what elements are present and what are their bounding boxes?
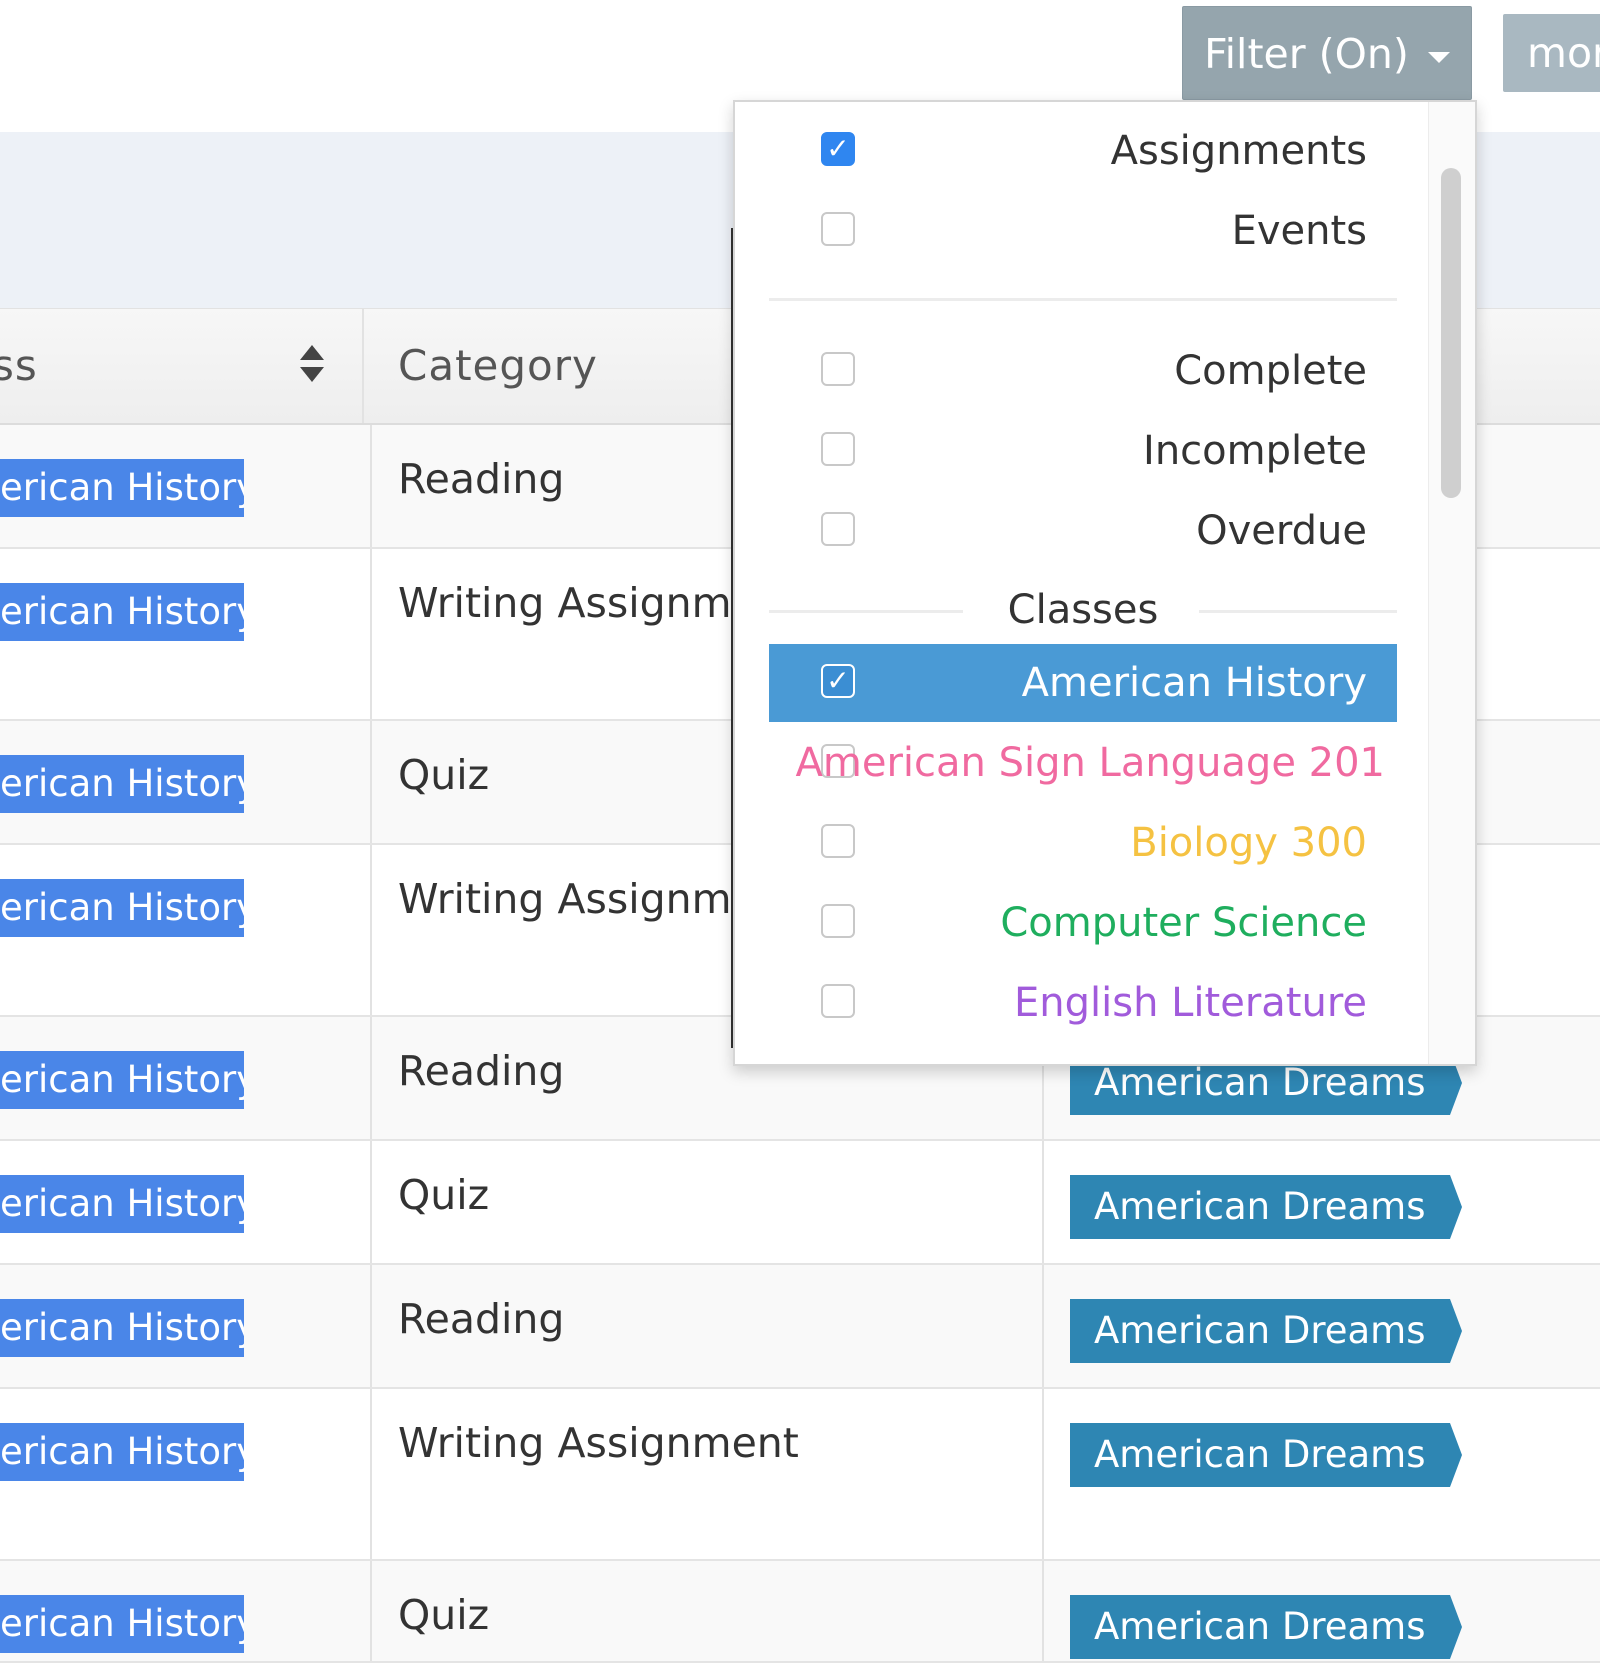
column-divider bbox=[370, 549, 372, 719]
table-row[interactable]: erican History Writing Assignment American… bbox=[0, 1389, 1600, 1561]
unit-tag[interactable]: American Dreams bbox=[1070, 1175, 1462, 1239]
filter-option-label: American Sign Language 201 bbox=[795, 740, 1386, 786]
checkbox[interactable] bbox=[821, 432, 855, 466]
column-divider bbox=[370, 1389, 372, 1559]
column-divider bbox=[370, 721, 372, 843]
column-divider bbox=[1042, 1561, 1044, 1661]
column-divider bbox=[1042, 1389, 1044, 1559]
filter-option-label: American History bbox=[1021, 660, 1367, 706]
class-tag[interactable]: erican History bbox=[0, 1595, 244, 1653]
more-button[interactable]: mor bbox=[1503, 14, 1600, 92]
category-cell: Quiz bbox=[398, 1591, 490, 1639]
class-tag[interactable]: erican History bbox=[0, 1051, 244, 1109]
filter-option[interactable]: Complete bbox=[769, 332, 1397, 410]
class-tag[interactable]: erican History bbox=[0, 1299, 244, 1357]
column-divider bbox=[370, 1561, 372, 1661]
class-tag[interactable]: erican History bbox=[0, 583, 244, 641]
class-tag[interactable]: erican History bbox=[0, 755, 244, 813]
category-cell: Writing Assignment bbox=[398, 1419, 799, 1467]
category-cell: Quiz bbox=[398, 751, 490, 799]
table-row[interactable]: erican History Quiz American Dreams bbox=[0, 1561, 1600, 1663]
filter-dropdown-menu: ✓ Assignments Events Complete Incomplete Over… bbox=[733, 100, 1477, 1066]
classes-heading-label: Classes bbox=[1007, 587, 1159, 633]
checkbox[interactable] bbox=[821, 352, 855, 386]
category-cell: Reading bbox=[398, 455, 565, 503]
filter-option[interactable]: American Sign Language 201 bbox=[769, 724, 1397, 802]
filter-option-label: English Literature bbox=[1013, 980, 1367, 1026]
unit-tag[interactable]: American Dreams bbox=[1070, 1423, 1462, 1487]
more-button-label: mor bbox=[1527, 29, 1600, 77]
category-cell: Quiz bbox=[398, 1171, 490, 1219]
column-divider bbox=[1042, 1141, 1044, 1263]
class-tag[interactable]: erican History bbox=[0, 1175, 244, 1233]
column-divider bbox=[370, 1017, 372, 1139]
column-divider bbox=[1042, 1265, 1044, 1387]
checkbox-checked[interactable]: ✓ bbox=[821, 132, 855, 166]
checkbox[interactable] bbox=[821, 512, 855, 546]
menu-divider bbox=[769, 298, 1397, 301]
check-icon: ✓ bbox=[826, 132, 850, 165]
filter-option[interactable]: Overdue bbox=[769, 492, 1397, 570]
filter-option-label: Incomplete bbox=[1143, 428, 1367, 474]
filter-button[interactable]: Filter (On) bbox=[1182, 6, 1472, 100]
category-cell: Reading bbox=[398, 1295, 565, 1343]
column-divider bbox=[370, 425, 372, 547]
filter-option[interactable]: Incomplete bbox=[769, 412, 1397, 490]
column-divider bbox=[370, 1265, 372, 1387]
dropdown-scrollbar[interactable] bbox=[1428, 102, 1475, 1064]
caret-down-icon bbox=[1427, 51, 1450, 63]
filter-option-label: Assignments bbox=[1110, 128, 1367, 174]
column-header-class-label: ss bbox=[0, 341, 38, 390]
checkbox[interactable] bbox=[821, 984, 855, 1018]
category-cell: Reading bbox=[398, 1047, 565, 1095]
column-header-category-label: Category bbox=[398, 341, 598, 390]
column-divider bbox=[370, 845, 372, 1015]
table-row[interactable]: erican History Quiz American Dreams bbox=[0, 1141, 1600, 1265]
checkbox[interactable] bbox=[821, 212, 855, 246]
filter-option[interactable]: ✓ American History bbox=[769, 644, 1397, 722]
checkbox-checked[interactable]: ✓ bbox=[821, 664, 855, 698]
filter-option-label: Complete bbox=[1174, 348, 1367, 394]
filter-option[interactable]: Events bbox=[769, 192, 1397, 270]
class-tag[interactable]: erican History bbox=[0, 1423, 244, 1481]
sort-icon[interactable] bbox=[298, 345, 326, 385]
filter-option-label: Overdue bbox=[1196, 508, 1367, 554]
filter-option[interactable]: Biology 300 bbox=[769, 804, 1397, 882]
filter-option-label: Computer Science bbox=[1000, 900, 1367, 946]
checkbox[interactable] bbox=[821, 824, 855, 858]
class-tag[interactable]: erican History bbox=[0, 879, 244, 937]
checkbox[interactable] bbox=[821, 904, 855, 938]
filter-option-label: Biology 300 bbox=[1130, 820, 1367, 866]
column-divider bbox=[370, 1141, 372, 1263]
filter-option[interactable]: Computer Science bbox=[769, 884, 1397, 962]
filter-option[interactable]: English Literature bbox=[769, 964, 1397, 1042]
filter-option[interactable]: ✓ Assignments bbox=[769, 112, 1397, 190]
dropdown-scrollbar-thumb[interactable] bbox=[1441, 168, 1461, 498]
column-header-class[interactable]: ss bbox=[0, 309, 364, 423]
filter-option-label: Events bbox=[1231, 208, 1367, 254]
check-icon: ✓ bbox=[826, 664, 850, 697]
classes-section-heading: Classes bbox=[769, 580, 1397, 640]
class-tag[interactable]: erican History bbox=[0, 459, 244, 517]
unit-tag[interactable]: American Dreams bbox=[1070, 1299, 1462, 1363]
filter-button-label: Filter (On) bbox=[1204, 30, 1409, 78]
unit-tag[interactable]: American Dreams bbox=[1070, 1595, 1462, 1659]
table-row[interactable]: erican History Reading American Dreams bbox=[0, 1265, 1600, 1389]
